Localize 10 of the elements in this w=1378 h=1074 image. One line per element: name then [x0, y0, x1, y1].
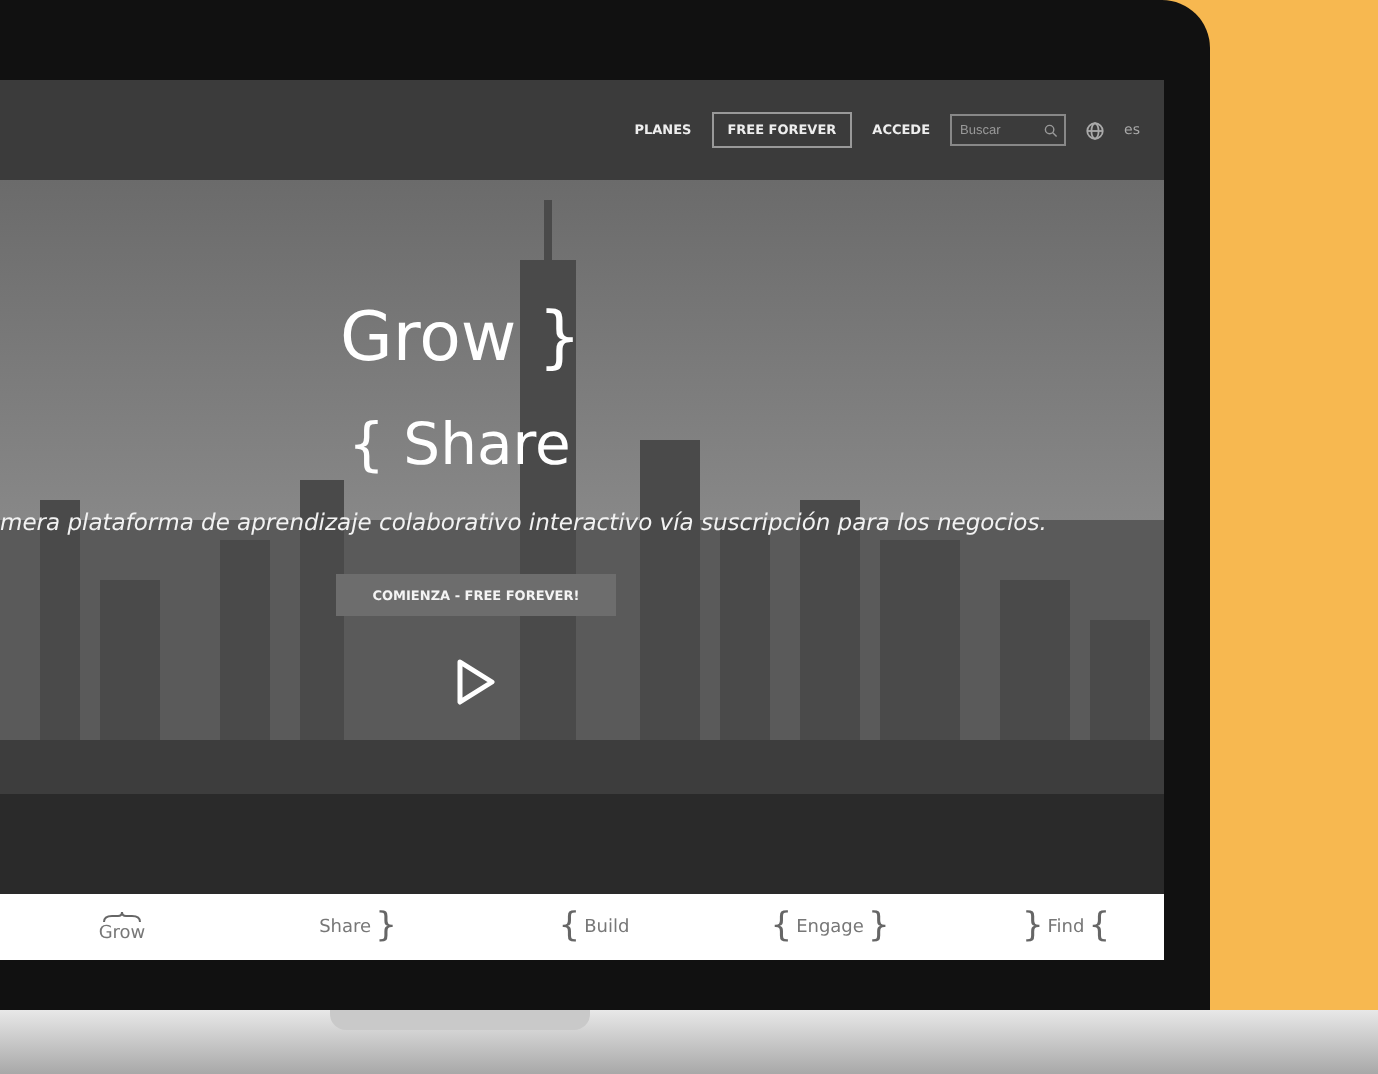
globe-icon[interactable] [1086, 121, 1105, 139]
brace-icon [102, 911, 142, 923]
feature-tab[interactable]: {Build [476, 910, 712, 944]
search-icon [1044, 123, 1059, 137]
hero-tagline: mera plataforma de aprendizaje colaborativo interactivo vía suscripción para los negocios. [0, 508, 1047, 536]
play-icon[interactable] [454, 656, 498, 708]
hero-subtitle: { Share [348, 408, 571, 480]
feature-tab[interactable]: Grow [4, 911, 240, 943]
hero-title: Grow } [340, 296, 582, 380]
feature-tab[interactable]: {Engage} [712, 910, 948, 944]
